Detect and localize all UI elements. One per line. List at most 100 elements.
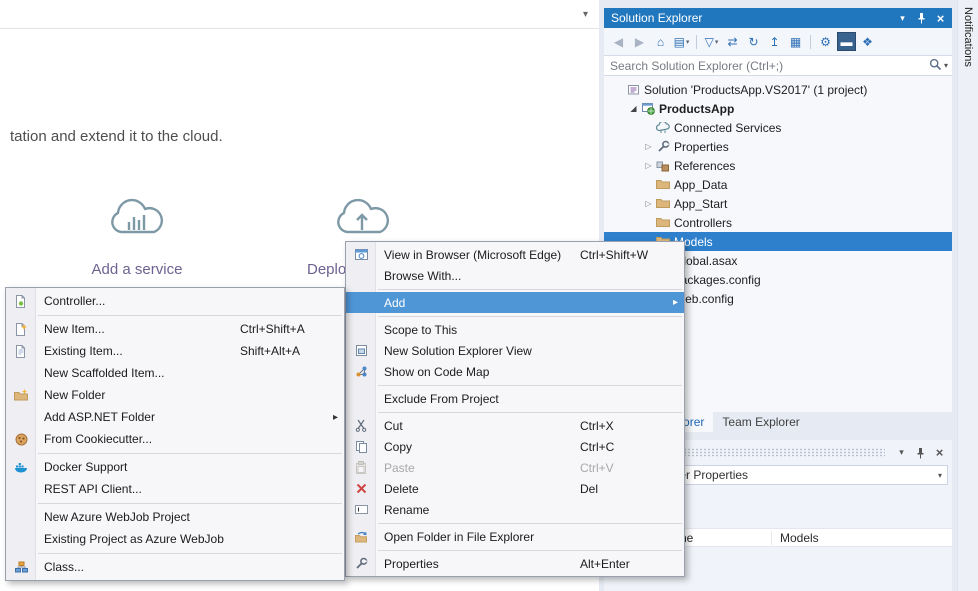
back-icon[interactable]: ◀: [609, 32, 628, 51]
forward-icon[interactable]: ▶: [630, 32, 649, 51]
menu-item-rest-api-client[interactable]: REST API Client...: [6, 478, 344, 500]
panel-title: Solution Explorer: [611, 11, 702, 25]
menu-item-label: New Folder: [44, 388, 105, 402]
add-service-cloud-icon[interactable]: [98, 186, 176, 241]
preview-selected-items-icon[interactable]: ▬: [837, 32, 856, 51]
menu-item-new-item[interactable]: New Item...Ctrl+Shift+A: [6, 318, 344, 340]
new-folder-icon: [6, 389, 36, 401]
folder-icon: [655, 179, 671, 190]
tree-item-label: Properties: [674, 140, 729, 154]
properties-icon[interactable]: ⚙: [816, 32, 835, 51]
collapse-all-icon[interactable]: ↥: [765, 32, 784, 51]
menu-item-label: Existing Item...: [44, 344, 123, 358]
menu-item-label: New Item...: [44, 322, 105, 336]
tree-item-label: Connected Services: [674, 121, 781, 135]
menu-item-open-folder-in-file-explorer[interactable]: Open Folder in File Explorer: [346, 526, 684, 547]
menu-shortcut: Ctrl+Shift+W: [580, 248, 676, 262]
menu-separator: [38, 315, 342, 316]
menu-item-label: New Scaffolded Item...: [44, 366, 165, 380]
tree-item-app-start[interactable]: ▷App_Start: [604, 194, 952, 213]
refresh-icon[interactable]: ↻: [744, 32, 763, 51]
pin-icon[interactable]: [912, 445, 929, 460]
menu-item-from-cookiecutter[interactable]: From Cookiecutter...: [6, 428, 344, 450]
properties-wrench-icon: [346, 557, 376, 570]
code-map-icon[interactable]: ❖: [858, 32, 877, 51]
menu-item-rename[interactable]: Rename: [346, 499, 684, 520]
menu-item-label: View in Browser (Microsoft Edge): [384, 248, 561, 262]
search-box: ▾: [604, 55, 952, 76]
menu-item-new-scaffolded-item[interactable]: New Scaffolded Item...: [6, 362, 344, 384]
view-in-browser-icon: [346, 248, 376, 261]
menu-item-delete[interactable]: DeleteDel: [346, 478, 684, 499]
menu-separator: [378, 289, 682, 290]
menu-item-scope-to-this[interactable]: Scope to This: [346, 319, 684, 340]
property-value[interactable]: Models: [772, 531, 819, 545]
pin-icon[interactable]: [913, 11, 930, 26]
properties-wrench-icon: [655, 140, 671, 153]
menu-item-properties[interactable]: PropertiesAlt+Enter: [346, 553, 684, 574]
home-icon[interactable]: ⌂: [651, 32, 670, 51]
menu-item-existing-item[interactable]: Existing Item...Shift+Alt+A: [6, 340, 344, 362]
menu-item-docker-support[interactable]: Docker Support: [6, 456, 344, 478]
tree-item-properties[interactable]: ▷ Properties: [604, 137, 952, 156]
chevron-down-icon: ▾: [938, 471, 942, 480]
chevron-down-icon[interactable]: ▾: [583, 9, 588, 20]
search-input[interactable]: [610, 59, 929, 73]
menu-item-paste[interactable]: PasteCtrl+V: [346, 457, 684, 478]
deploy-cloud-icon[interactable]: [324, 186, 402, 241]
switch-views-icon[interactable]: ▤▾: [672, 32, 691, 51]
menu-item-label: Delete: [384, 482, 419, 496]
menu-item-view-in-browser-microsoft-edge[interactable]: View in Browser (Microsoft Edge) Ctrl+Shi…: [346, 244, 684, 265]
menu-item-cut[interactable]: CutCtrl+X: [346, 415, 684, 436]
menu-separator: [378, 550, 682, 551]
tree-item-references[interactable]: ▷References: [604, 156, 952, 175]
expand-arrow-icon[interactable]: ▷: [642, 199, 655, 208]
notifications-tab[interactable]: Notifications: [962, 0, 974, 67]
menu-shortcut: Ctrl+X: [580, 419, 676, 433]
tree-item-app-data[interactable]: App_Data: [604, 175, 952, 194]
show-all-files-icon[interactable]: ▦: [786, 32, 805, 51]
menu-item-exclude-from-project[interactable]: Exclude From Project: [346, 388, 684, 409]
menu-item-class[interactable]: Class...: [6, 556, 344, 578]
solution-icon: [625, 83, 641, 96]
toolbar-divider: [696, 35, 697, 49]
expand-arrow-icon[interactable]: ▷: [642, 161, 655, 170]
tree-item-connected-services[interactable]: Connected Services: [604, 118, 952, 137]
solution-explorer-toolbar: ◀▶⌂▤▾ ▽▾⇄↻↥▦ ⚙▬❖: [604, 28, 952, 55]
close-icon[interactable]: ×: [932, 11, 949, 26]
menu-item-copy[interactable]: CopyCtrl+C: [346, 436, 684, 457]
pending-changes-filter-icon[interactable]: ▽▾: [702, 32, 721, 51]
search-icon[interactable]: [929, 58, 942, 74]
menu-item-add-asp-net-folder[interactable]: Add ASP.NET Folder▸: [6, 406, 344, 428]
menu-item-new-folder[interactable]: New Folder: [6, 384, 344, 406]
menu-item-label: New Solution Explorer View: [384, 344, 532, 358]
tab-team-explorer[interactable]: Team Explorer: [713, 412, 808, 432]
menu-item-browse-with[interactable]: Browse With...: [346, 265, 684, 286]
close-icon[interactable]: ×: [931, 445, 948, 460]
submenu-arrow-icon: ▸: [673, 297, 678, 308]
sync-with-active-document-icon[interactable]: ⇄: [723, 32, 742, 51]
window-position-icon[interactable]: ▾: [893, 445, 910, 460]
menu-item-label: Show on Code Map: [384, 365, 489, 379]
menu-item-add[interactable]: Add▸: [346, 292, 684, 313]
menu-item-show-on-code-map[interactable]: Show on Code Map: [346, 361, 684, 382]
menu-item-label: From Cookiecutter...: [44, 432, 152, 446]
menu-item-new-solution-explorer-view[interactable]: New Solution Explorer View: [346, 340, 684, 361]
cookiecutter-icon: [6, 433, 36, 446]
menu-shortcut: Ctrl+V: [580, 461, 676, 475]
start-page-tagline: tation and extend it to the cloud.: [10, 128, 223, 145]
expand-arrow-icon[interactable]: ▷: [642, 142, 655, 151]
menu-item-controller[interactable]: Controller...: [6, 290, 344, 312]
chevron-down-icon[interactable]: ▾: [944, 61, 948, 70]
add-service-link[interactable]: Add a service: [57, 261, 217, 278]
tree-item-productsapp[interactable]: ◢ProductsApp: [604, 99, 952, 118]
controller-icon: [6, 295, 36, 308]
tree-item-label: Solution 'ProductsApp.VS2017' (1 project…: [644, 83, 867, 97]
menu-item-existing-project-as-azure-webjob[interactable]: Existing Project as Azure WebJob: [6, 528, 344, 550]
window-position-icon[interactable]: ▾: [894, 11, 911, 26]
tree-item-solution-productsapp-vs2017-1-project[interactable]: Solution 'ProductsApp.VS2017' (1 project…: [604, 80, 952, 99]
solution-explorer-titlebar: Solution Explorer ▾ ×: [604, 8, 952, 28]
tree-item-controllers[interactable]: Controllers: [604, 213, 952, 232]
menu-item-new-azure-webjob-project[interactable]: New Azure WebJob Project: [6, 506, 344, 528]
collapse-arrow-icon[interactable]: ◢: [627, 104, 640, 113]
